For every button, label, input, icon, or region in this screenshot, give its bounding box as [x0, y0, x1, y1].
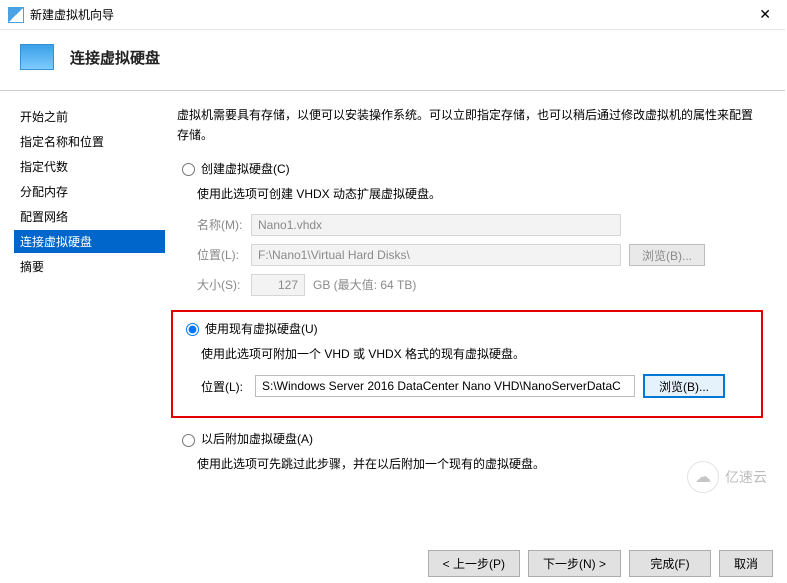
cancel-button[interactable]: 取消	[719, 550, 773, 577]
sidebar-item-before-begin[interactable]: 开始之前	[14, 105, 165, 128]
size-input	[251, 274, 305, 296]
sidebar-item-connect-vhd[interactable]: 连接虚拟硬盘	[14, 230, 165, 253]
create-browse-button: 浏览(B)...	[629, 244, 705, 266]
option-later-desc: 使用此选项可先跳过此步骤，并在以后附加一个现有的虚拟硬盘。	[197, 455, 763, 474]
app-icon	[8, 7, 24, 23]
option-use-label: 使用现有虚拟硬盘(U)	[205, 320, 318, 337]
intro-text: 虚拟机需要具有存储，以便可以安装操作系统。可以立即指定存储，也可以稍后通过修改虚…	[177, 105, 763, 146]
window-title: 新建虚拟机向导	[30, 6, 114, 23]
option-create-desc: 使用此选项可创建 VHDX 动态扩展虚拟硬盘。	[197, 185, 763, 204]
use-location-label: 位置(L):	[201, 378, 255, 395]
sidebar-item-memory[interactable]: 分配内存	[14, 180, 165, 203]
create-location-input	[251, 244, 621, 266]
sidebar-item-network[interactable]: 配置网络	[14, 205, 165, 228]
header-icon	[20, 44, 54, 70]
wizard-footer: < 上一步(P) 下一步(N) > 完成(F) 取消	[0, 540, 787, 583]
option-use-existing-vhd[interactable]: 使用现有虚拟硬盘(U)	[181, 320, 753, 337]
option-use-desc: 使用此选项可附加一个 VHD 或 VHDX 格式的现有虚拟硬盘。	[201, 345, 753, 364]
close-icon[interactable]: ✕	[753, 6, 777, 23]
create-vhd-fields: 名称(M): 位置(L): 浏览(B)... 大小(S): GB (最大值: 6…	[197, 214, 763, 296]
title-bar: 新建虚拟机向导 ✕	[0, 0, 787, 30]
finish-button[interactable]: 完成(F)	[629, 550, 711, 577]
page-title: 连接虚拟硬盘	[70, 47, 160, 68]
next-button[interactable]: 下一步(N) >	[528, 550, 621, 577]
radio-create-vhd[interactable]	[182, 163, 195, 176]
size-label: 大小(S):	[197, 276, 251, 293]
radio-use-existing-vhd[interactable]	[186, 323, 199, 336]
option-later-label: 以后附加虚拟硬盘(A)	[201, 430, 313, 447]
name-input	[251, 214, 621, 236]
sidebar-item-summary[interactable]: 摘要	[14, 255, 165, 278]
main-panel: 虚拟机需要具有存储，以便可以安装操作系统。可以立即指定存储，也可以稍后通过修改虚…	[165, 91, 787, 529]
option-create-vhd[interactable]: 创建虚拟硬盘(C)	[177, 160, 763, 177]
wizard-steps: 开始之前 指定名称和位置 指定代数 分配内存 配置网络 连接虚拟硬盘 摘要	[0, 91, 165, 529]
use-vhd-fields: 位置(L): 浏览(B)...	[201, 374, 753, 398]
radio-attach-later[interactable]	[182, 434, 195, 447]
name-label: 名称(M):	[197, 216, 251, 233]
highlight-annotation: 使用现有虚拟硬盘(U) 使用此选项可附加一个 VHD 或 VHDX 格式的现有虚…	[171, 310, 763, 418]
prev-button[interactable]: < 上一步(P)	[428, 550, 520, 577]
use-browse-button[interactable]: 浏览(B)...	[643, 374, 725, 398]
wizard-body: 开始之前 指定名称和位置 指定代数 分配内存 配置网络 连接虚拟硬盘 摘要 虚拟…	[0, 91, 787, 529]
size-note: GB (最大值: 64 TB)	[313, 276, 416, 293]
use-location-input[interactable]	[255, 375, 635, 397]
sidebar-item-generation[interactable]: 指定代数	[14, 155, 165, 178]
option-create-label: 创建虚拟硬盘(C)	[201, 160, 290, 177]
sidebar-item-name-location[interactable]: 指定名称和位置	[14, 130, 165, 153]
page-header: 连接虚拟硬盘	[0, 30, 787, 91]
option-attach-later[interactable]: 以后附加虚拟硬盘(A)	[177, 430, 763, 447]
create-location-label: 位置(L):	[197, 246, 251, 263]
